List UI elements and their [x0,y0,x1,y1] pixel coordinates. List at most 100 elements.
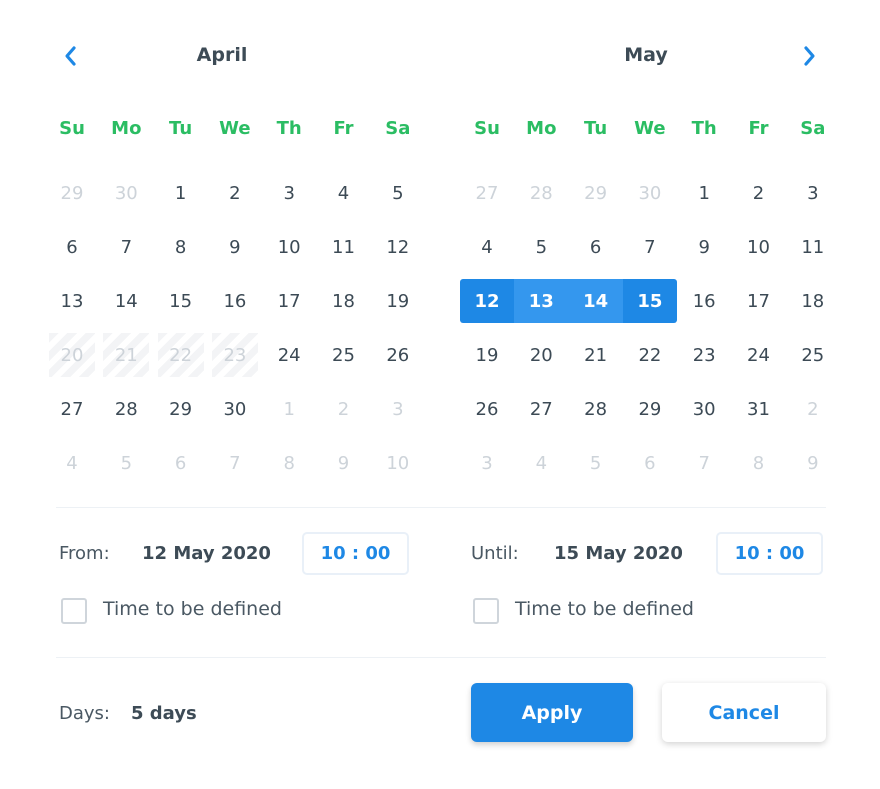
day-cell[interactable]: 6 [569,225,623,269]
day-cell[interactable]: 21 [569,333,623,377]
day-cell[interactable]: 2 [732,171,786,215]
day-cell-range-start[interactable]: 12 [460,279,514,323]
day-cell[interactable]: 28 [569,387,623,431]
day-cell[interactable]: 30 [677,387,731,431]
day-cell[interactable]: 12 [371,225,425,269]
prev-month-button[interactable] [58,44,82,68]
day-cell[interactable]: 24 [262,333,316,377]
day-cell[interactable]: 5 [514,225,568,269]
cancel-button[interactable]: Cancel [662,683,826,742]
day-cell[interactable]: 29 [623,387,677,431]
day-cell[interactable]: 27 [514,387,568,431]
day-cell[interactable]: 4 [460,225,514,269]
from-time-input[interactable]: 10 : 00 [302,532,409,575]
day-cell-outside-month[interactable]: 8 [732,441,786,485]
day-cell[interactable]: 3 [786,171,840,215]
day-cell-outside-month[interactable]: 29 [45,171,99,215]
day-cell-outside-month[interactable]: 1 [262,387,316,431]
day-cell[interactable]: 27 [45,387,99,431]
day-number: 14 [114,290,138,312]
day-cell[interactable]: 20 [514,333,568,377]
day-cell[interactable]: 11 [786,225,840,269]
day-cell-outside-month[interactable]: 8 [262,441,316,485]
day-cell[interactable]: 3 [262,171,316,215]
day-number: 10 [277,236,301,258]
day-cell-outside-month[interactable]: 2 [786,387,840,431]
day-cell[interactable]: 18 [786,279,840,323]
day-cell-outside-month[interactable]: 30 [623,171,677,215]
day-cell[interactable]: 1 [677,171,731,215]
day-cell[interactable]: 9 [677,225,731,269]
day-cell-outside-month[interactable]: 29 [569,171,623,215]
day-cell[interactable]: 30 [208,387,262,431]
day-cell[interactable]: 26 [460,387,514,431]
day-cell[interactable]: 10 [732,225,786,269]
day-cell[interactable]: 17 [262,279,316,323]
day-cell[interactable]: 31 [732,387,786,431]
day-cell[interactable]: 17 [732,279,786,323]
day-cell[interactable]: 7 [623,225,677,269]
day-cell[interactable]: 15 [154,279,208,323]
day-cell-outside-month[interactable]: 7 [208,441,262,485]
day-cell[interactable]: 14 [99,279,153,323]
day-cell-outside-month[interactable]: 6 [623,441,677,485]
day-cell[interactable]: 10 [262,225,316,269]
day-cell-outside-month[interactable]: 5 [569,441,623,485]
day-cell[interactable]: 7 [99,225,153,269]
day-cell-outside-month[interactable]: 4 [514,441,568,485]
day-cell-outside-month[interactable]: 30 [99,171,153,215]
day-cell[interactable]: 19 [460,333,514,377]
until-time-tbd-checkbox[interactable] [473,598,499,624]
day-cell[interactable]: 2 [208,171,262,215]
apply-button[interactable]: Apply [471,683,633,742]
day-cell[interactable]: 25 [786,333,840,377]
day-number: 30 [114,182,138,204]
day-cell-outside-month[interactable]: 9 [317,441,371,485]
day-cell[interactable]: 1 [154,171,208,215]
next-month-button[interactable] [798,44,822,68]
day-cell[interactable]: 6 [45,225,99,269]
day-cell[interactable]: 16 [677,279,731,323]
day-cell-outside-month[interactable]: 6 [154,441,208,485]
day-cell-outside-month[interactable]: 4 [45,441,99,485]
day-cell-in-range[interactable]: 13 [514,279,568,323]
from-time-tbd-checkbox[interactable] [61,598,87,624]
day-cell-outside-month[interactable]: 2 [317,387,371,431]
day-cell[interactable]: 28 [99,387,153,431]
day-cell[interactable]: 19 [371,279,425,323]
day-cell[interactable]: 18 [317,279,371,323]
weekday-header: We [219,118,251,139]
day-cell-outside-month[interactable]: 9 [786,441,840,485]
day-cell[interactable]: 29 [154,387,208,431]
day-cell[interactable]: 23 [677,333,731,377]
day-number: 22 [638,344,662,366]
until-time-tbd-label[interactable]: Time to be defined [515,598,694,620]
day-cell-outside-month[interactable]: 3 [371,387,425,431]
day-number: 5 [120,452,133,474]
day-cell[interactable]: 16 [208,279,262,323]
day-cell[interactable]: 5 [371,171,425,215]
day-cell[interactable]: 24 [732,333,786,377]
day-cell[interactable]: 13 [45,279,99,323]
day-number: 3 [807,182,819,204]
day-cell-outside-month[interactable]: 3 [460,441,514,485]
day-cell[interactable]: 11 [317,225,371,269]
day-number: 23 [223,344,247,366]
day-cell-in-range[interactable]: 14 [569,279,623,323]
day-cell-outside-month[interactable]: 7 [677,441,731,485]
day-cell-outside-month[interactable]: 10 [371,441,425,485]
day-cell-outside-month[interactable]: 28 [514,171,568,215]
day-cell-range-end[interactable]: 15 [622,279,677,323]
day-cell[interactable]: 26 [371,333,425,377]
day-cell[interactable]: 22 [623,333,677,377]
day-number: 31 [747,398,770,420]
day-cell-outside-month[interactable]: 27 [460,171,514,215]
day-cell[interactable]: 4 [317,171,371,215]
from-time-tbd-label[interactable]: Time to be defined [103,598,282,620]
until-time-input[interactable]: 10 : 00 [716,532,823,575]
day-number: 6 [644,452,656,474]
day-cell[interactable]: 25 [317,333,371,377]
day-cell[interactable]: 9 [208,225,262,269]
day-cell-outside-month[interactable]: 5 [99,441,153,485]
day-cell[interactable]: 8 [154,225,208,269]
